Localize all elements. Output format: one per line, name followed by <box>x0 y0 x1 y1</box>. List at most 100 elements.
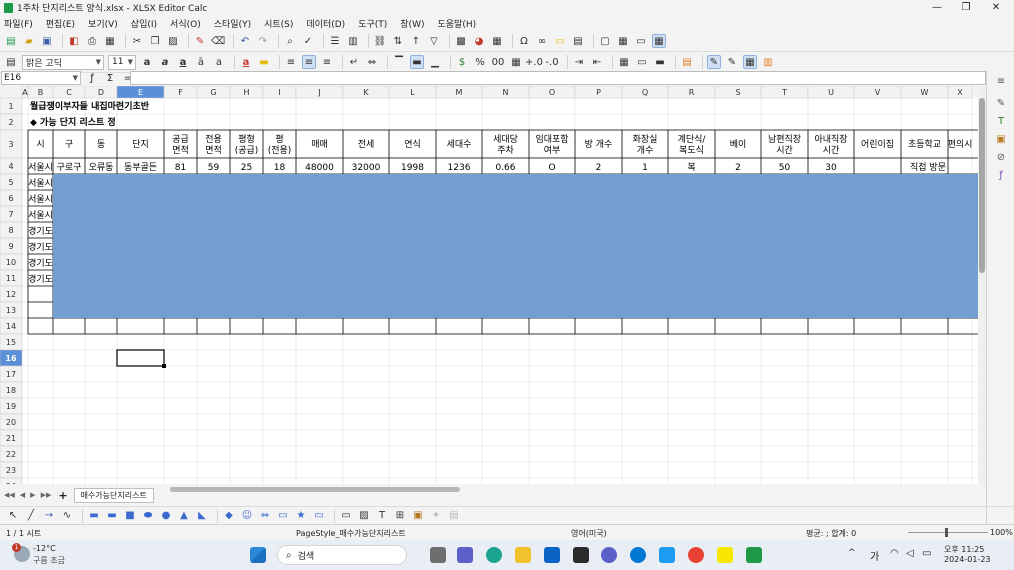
undo-icon[interactable]: ↶ <box>238 34 252 48</box>
redo-icon[interactable]: ↷ <box>256 34 270 48</box>
table-cell[interactable]: 1 <box>642 163 648 173</box>
menu-styles[interactable]: 스타일(Y) <box>214 17 251 30</box>
border-color-icon[interactable]: ▬ <box>653 55 667 69</box>
autofill-handle[interactable] <box>162 364 166 368</box>
table-header-cell[interactable]: 동 <box>97 139 105 150</box>
table-cell[interactable]: 서울시 <box>28 194 53 205</box>
navigator-icon[interactable]: ⊘ <box>994 152 1008 164</box>
rounded-rectangle-icon[interactable]: ▬ <box>105 509 119 523</box>
flowchart-icon[interactable]: ▭ <box>276 509 290 523</box>
text-box-icon[interactable]: T <box>375 509 389 523</box>
highlighted-range[interactable] <box>53 174 978 318</box>
maximize-button[interactable]: ❐ <box>951 0 981 15</box>
properties-icon[interactable]: ✎ <box>994 98 1008 110</box>
zoom-slider[interactable] <box>908 532 988 533</box>
table-cell[interactable]: 50 <box>779 163 791 173</box>
table-cell[interactable]: O <box>548 163 555 173</box>
mail-icon[interactable] <box>544 547 560 563</box>
stars-icon[interactable]: ★ <box>294 509 308 523</box>
triangle-icon[interactable]: ▲ <box>177 509 191 523</box>
menu-edit[interactable]: 편집(E) <box>46 17 75 30</box>
spreadsheet-grid[interactable]: A B C D E F G H I J K L M N O P Q R S T U V W X 1 2 3 4 5 6 7 8 9 10 11 12 1… <box>0 86 986 484</box>
arrow-line-icon[interactable]: → <box>42 509 56 523</box>
table-cell[interactable]: 경기도 <box>28 241 53 253</box>
table-header-cell[interactable]: 면적 <box>172 144 189 156</box>
table-cell[interactable]: 25 <box>241 163 252 173</box>
table-cell[interactable]: 동부골든 <box>124 162 157 173</box>
function-wizard-icon[interactable]: ƒ <box>85 73 99 84</box>
table-cell[interactable]: 18 <box>274 163 286 173</box>
kakaotalk-icon[interactable] <box>717 547 733 563</box>
table-header-cell[interactable]: 복도식 <box>679 145 704 156</box>
table-cell[interactable]: 서울시 <box>28 178 53 189</box>
table-header-cell[interactable]: 여부 <box>544 144 561 156</box>
strikethrough-icon[interactable]: ā <box>194 55 208 69</box>
table-header-cell[interactable]: 주차 <box>497 144 514 156</box>
borders-icon[interactable]: ▦ <box>617 55 631 69</box>
ellipse-icon[interactable]: ⬬ <box>141 509 155 523</box>
rectangle-icon[interactable]: ▬ <box>87 509 101 523</box>
sort-icon[interactable]: ⇅ <box>391 34 405 48</box>
sheet-tab[interactable]: 매수가능단지리스트 <box>73 487 154 503</box>
zoom-level[interactable]: 100% <box>990 528 1013 537</box>
table-header-cell[interactable]: 화장실 <box>633 134 658 145</box>
menu-sheet[interactable]: 시트(S) <box>264 17 293 30</box>
table-header-cell[interactable]: 시간 <box>776 145 793 156</box>
wrap-text-icon[interactable]: ↵ <box>347 55 361 69</box>
table-header-cell[interactable]: 구 <box>65 139 73 150</box>
menu-window[interactable]: 창(W) <box>400 17 424 30</box>
table-header-cell[interactable]: 아내직장 <box>814 134 847 145</box>
vertical-scrollbar-thumb[interactable] <box>979 98 985 273</box>
table-header-cell[interactable]: 계단식/ <box>678 133 707 145</box>
table-header-cell[interactable]: 방 개수 <box>585 139 613 150</box>
highlight-color-icon[interactable]: ▬ <box>257 55 271 69</box>
table-cell[interactable]: 48000 <box>305 163 334 173</box>
styles-icon[interactable]: ▤ <box>4 55 18 69</box>
fontwork-icon[interactable]: ▨ <box>357 509 371 523</box>
font-name-combo[interactable]: 맑은 고딕 ▼ <box>22 54 104 70</box>
table-header-cell[interactable]: (전용) <box>268 145 292 156</box>
table-cell[interactable]: 직접 방문 <box>910 161 946 173</box>
hide-track-changes-icon[interactable]: ✎ <box>707 55 721 69</box>
square-icon[interactable]: ■ <box>123 509 137 523</box>
close-button[interactable]: ✕ <box>981 0 1011 15</box>
number-format-icon[interactable]: 00 <box>491 55 505 69</box>
freeze-rows-columns-icon[interactable]: ▦ <box>616 34 630 48</box>
hyperlink-icon[interactable]: ⛓ <box>373 34 387 48</box>
paste-icon[interactable]: ▨ <box>166 34 180 48</box>
bold-icon[interactable]: a <box>140 55 154 69</box>
table-header-cell[interactable]: 개수 <box>637 145 654 156</box>
sum-icon[interactable]: Σ <box>103 73 117 84</box>
edge-icon[interactable] <box>486 547 502 563</box>
pivot-table-icon[interactable]: ▦ <box>490 34 504 48</box>
align-top-icon[interactable]: ▔ <box>392 55 406 69</box>
table-header-cell[interactable]: 면적 <box>205 144 222 156</box>
file-explorer-icon[interactable] <box>515 547 531 563</box>
table-cell[interactable]: 59 <box>208 163 220 173</box>
prev-sheet-icon[interactable]: ◀ <box>20 491 25 499</box>
percent-format-icon[interactable]: % <box>473 55 487 69</box>
insert-column-icon[interactable]: ▥ <box>346 34 360 48</box>
menu-tools[interactable]: 도구(T) <box>358 17 387 30</box>
select-icon[interactable]: ↖ <box>6 509 20 523</box>
menu-insert[interactable]: 삽입(I) <box>131 17 157 30</box>
first-sheet-icon[interactable]: ◀◀ <box>4 491 15 499</box>
task-view-icon[interactable] <box>430 547 446 563</box>
new-document-icon[interactable]: ▤ <box>4 34 18 48</box>
vertical-scrollbar[interactable] <box>978 86 986 484</box>
shadow-draw-icon[interactable]: ▤ <box>447 509 461 523</box>
clear-formatting-icon[interactable]: ⌫ <box>211 34 225 48</box>
table-cell[interactable]: 경기도 <box>28 273 53 285</box>
table-header-cell[interactable]: 단지 <box>132 139 149 150</box>
app-icon[interactable] <box>601 547 617 563</box>
show-draw-functions-icon[interactable]: ▦ <box>652 34 666 48</box>
table-header-cell[interactable]: 공급 <box>172 134 189 145</box>
minimize-button[interactable]: — <box>922 0 952 15</box>
functions-icon[interactable]: ƒ <box>994 170 1008 182</box>
chrome-icon[interactable] <box>688 547 704 563</box>
table-header-cell[interactable]: 연식 <box>404 139 421 150</box>
table-cell[interactable]: 서울시 <box>28 210 53 221</box>
sidebar-menu-icon[interactable]: ≡ <box>994 76 1008 88</box>
column-chart-icon[interactable]: ▥ <box>761 55 775 69</box>
styles-sidebar-icon[interactable]: T <box>994 116 1008 128</box>
